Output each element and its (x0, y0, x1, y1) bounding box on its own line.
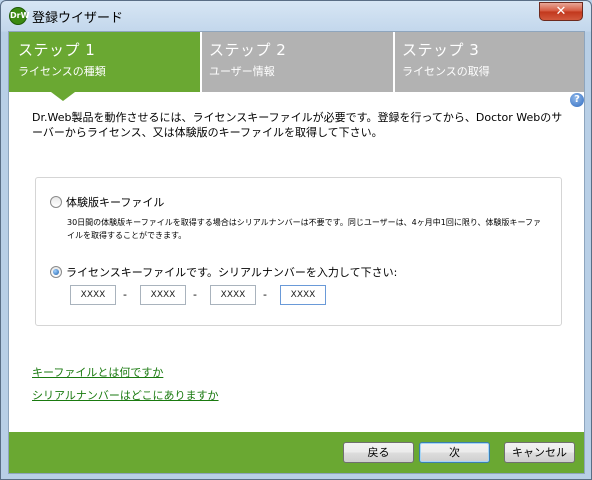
serial-field-1[interactable]: XXXX (70, 285, 116, 305)
window-title: 登録ウイザード (32, 11, 124, 26)
where-is-serial-link[interactable]: シリアルナンバーはどこにありますか (32, 387, 219, 403)
back-button[interactable]: 戻る (343, 442, 414, 463)
serial-field-2[interactable]: XXXX (140, 285, 186, 305)
serial-field-4[interactable]: XXXX (280, 285, 326, 305)
step-3: ステップ 3 ライセンスの取得 (393, 32, 584, 92)
serial-number-inputs: XXXX - XXXX - XXXX - XXXX (70, 285, 340, 305)
license-key-radio[interactable] (50, 266, 62, 278)
trial-key-label[interactable]: 体験版キーファイル (66, 196, 164, 209)
wizard-content: ステップ 1 ライセンスの種類 ステップ 2 ユーザー情報 ステップ 3 ライセ… (8, 31, 585, 474)
what-is-key-file-link[interactable]: キーファイルとは何ですか (32, 364, 163, 380)
step-3-title: ステップ 3 (402, 41, 480, 59)
serial-separator: - (193, 288, 197, 301)
step-2-subtitle: ユーザー情報 (209, 65, 275, 78)
step-3-subtitle: ライセンスの取得 (402, 65, 490, 78)
intro-text: Dr.Web製品を動作させるには、ライセンスキーファイルが必要です。登録を行って… (32, 111, 563, 139)
active-step-pointer (51, 92, 75, 101)
cancel-button[interactable]: キャンセル (504, 442, 575, 463)
close-button[interactable]: ✕ (539, 2, 583, 21)
trial-key-radio[interactable] (50, 196, 62, 208)
step-divider (393, 32, 395, 92)
button-bar: 戻る 次 キャンセル (9, 432, 584, 473)
registration-wizard-window: DrW 登録ウイザード ✕ ステップ 1 ライセンスの種類 ステップ 2 ユーザ… (0, 0, 592, 480)
serial-field-3[interactable]: XXXX (210, 285, 256, 305)
license-key-label[interactable]: ライセンスキーファイルです。シリアルナンバーを入力して下さい: (66, 266, 397, 279)
next-button[interactable]: 次 (419, 442, 490, 463)
help-icon[interactable]: ? (570, 93, 584, 107)
license-type-group: 体験版キーファイル 30日間の体験版キーファイルを取得する場合はシリアルナンバー… (35, 177, 562, 326)
step-1-title: ステップ 1 (18, 41, 96, 59)
serial-separator: - (123, 288, 127, 301)
license-key-option[interactable]: ライセンスキーファイルです。シリアルナンバーを入力して下さい: (50, 264, 397, 280)
drweb-app-icon: DrW (9, 7, 29, 25)
step-header: ステップ 1 ライセンスの種類 ステップ 2 ユーザー情報 ステップ 3 ライセ… (9, 32, 584, 92)
step-divider (200, 32, 202, 92)
trial-key-option[interactable]: 体験版キーファイル (50, 194, 164, 210)
trial-key-note: 30日間の体験版キーファイルを取得する場合はシリアルナンバーは不要です。同じユー… (67, 218, 542, 240)
title-bar[interactable]: DrW 登録ウイザード ✕ (1, 1, 591, 31)
step-1-subtitle: ライセンスの種類 (18, 65, 106, 78)
step-2-title: ステップ 2 (209, 41, 287, 59)
step-1: ステップ 1 ライセンスの種類 (9, 32, 200, 92)
step-2: ステップ 2 ユーザー情報 (200, 32, 393, 92)
serial-separator: - (263, 288, 267, 301)
